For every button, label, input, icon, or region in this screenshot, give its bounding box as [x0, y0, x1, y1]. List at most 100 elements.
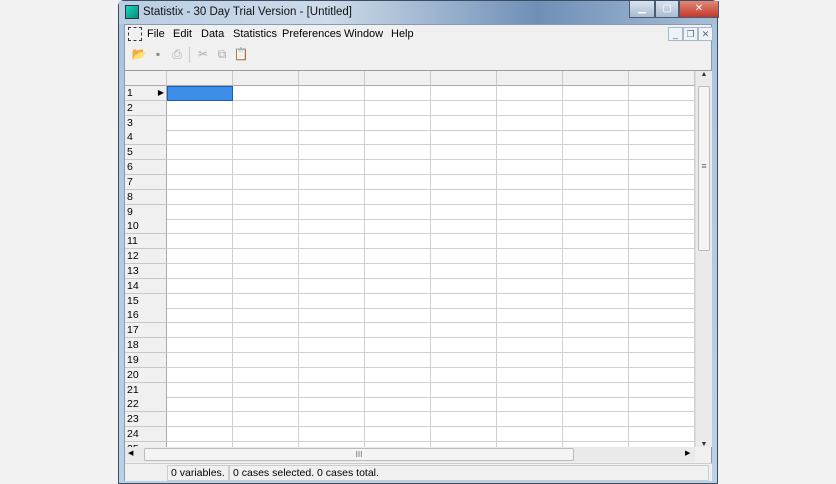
grid-cell[interactable] [497, 367, 563, 383]
grid-cell[interactable] [497, 145, 563, 161]
grid-cell[interactable] [167, 219, 233, 235]
grid-cell[interactable] [299, 86, 365, 101]
grid-cell[interactable] [629, 160, 695, 176]
grid-cell[interactable] [497, 100, 563, 116]
grid-cell[interactable] [299, 189, 365, 205]
document-icon[interactable] [128, 27, 142, 41]
grid-cell[interactable] [233, 100, 299, 116]
grid-cell[interactable] [299, 323, 365, 339]
grid-cell[interactable] [299, 427, 365, 443]
grid-cell[interactable] [563, 323, 629, 339]
grid-cell[interactable] [497, 412, 563, 428]
grid-cell[interactable] [563, 338, 629, 354]
grid-cell[interactable] [431, 323, 497, 339]
grid-cell[interactable] [431, 293, 497, 309]
grid-cell[interactable] [497, 427, 563, 443]
grid-cell[interactable] [629, 308, 695, 324]
grid-cell[interactable] [365, 323, 431, 339]
save-icon[interactable]: ▪ [150, 46, 166, 62]
menu-statistics[interactable]: Statistics [233, 28, 277, 40]
grid-cell[interactable] [167, 278, 233, 294]
row-header[interactable]: 12 [125, 249, 167, 265]
grid-cell[interactable] [431, 382, 497, 398]
grid-cell[interactable] [167, 249, 233, 265]
grid-cell[interactable] [365, 130, 431, 146]
grid-cell[interactable] [299, 352, 365, 368]
row-header[interactable]: 8 [125, 189, 167, 205]
grid-cell[interactable] [563, 145, 629, 161]
grid-cell[interactable] [431, 367, 497, 383]
grid-cell[interactable] [167, 338, 233, 354]
grid-cell[interactable] [233, 130, 299, 146]
close-button[interactable]: ✕ [679, 1, 719, 18]
grid-cell[interactable] [629, 115, 695, 131]
grid-cell[interactable] [563, 189, 629, 205]
row-header[interactable]: 14 [125, 278, 167, 294]
row-header[interactable]: 1 ▶ [125, 86, 167, 101]
menu-preferences[interactable]: Preferences [282, 28, 341, 40]
grid-cell[interactable] [497, 189, 563, 205]
grid-cell[interactable] [365, 308, 431, 324]
scroll-left-icon[interactable]: ◀ [128, 449, 133, 457]
grid-cell[interactable] [629, 204, 695, 220]
grid-cell[interactable] [365, 219, 431, 235]
grid-cell[interactable] [431, 219, 497, 235]
scroll-down-icon[interactable]: ▼ [696, 441, 712, 447]
corner-header[interactable] [125, 71, 167, 86]
grid-cell[interactable] [497, 234, 563, 250]
grid-cell[interactable] [233, 278, 299, 294]
maximize-button[interactable]: ▢ [655, 1, 679, 18]
grid-cell[interactable] [167, 427, 233, 443]
grid-cell[interactable] [563, 160, 629, 176]
grid-cell[interactable] [299, 397, 365, 413]
grid-cell[interactable] [563, 174, 629, 190]
grid-cell[interactable] [431, 174, 497, 190]
grid-cell[interactable] [497, 249, 563, 265]
grid-cell[interactable] [563, 115, 629, 131]
grid-cell[interactable] [431, 115, 497, 131]
grid-cell[interactable] [629, 174, 695, 190]
grid-cell[interactable] [629, 427, 695, 443]
grid-cell[interactable] [497, 130, 563, 146]
grid-cell[interactable] [233, 145, 299, 161]
row-header[interactable]: 24 [125, 427, 167, 443]
grid-cell[interactable] [233, 219, 299, 235]
grid-cell[interactable] [629, 234, 695, 250]
grid-cell[interactable] [233, 382, 299, 398]
grid-cell[interactable] [365, 160, 431, 176]
grid-cell[interactable] [233, 412, 299, 428]
grid-cell[interactable] [167, 352, 233, 368]
grid-cell[interactable] [233, 397, 299, 413]
grid-cell[interactable] [431, 412, 497, 428]
grid-cell[interactable] [629, 249, 695, 265]
grid-cell[interactable] [497, 308, 563, 324]
grid-cell[interactable] [497, 323, 563, 339]
row-header[interactable]: 21 [125, 382, 167, 398]
grid-cell[interactable] [365, 189, 431, 205]
row-header[interactable]: 17 [125, 323, 167, 339]
grid-cell[interactable] [299, 293, 365, 309]
copy-icon[interactable]: ⧉ [214, 46, 230, 62]
grid-cell[interactable] [365, 278, 431, 294]
grid-cell[interactable] [365, 234, 431, 250]
grid-cell[interactable] [629, 86, 695, 101]
grid-cell[interactable] [497, 263, 563, 279]
grid-cell[interactable] [629, 323, 695, 339]
grid-cell[interactable] [167, 382, 233, 398]
grid-cell[interactable] [497, 86, 563, 101]
grid-cell[interactable] [299, 263, 365, 279]
column-header[interactable] [629, 71, 695, 86]
grid-cell[interactable] [497, 352, 563, 368]
grid-cell[interactable] [365, 427, 431, 443]
grid-cell[interactable] [563, 293, 629, 309]
grid-cell[interactable] [299, 130, 365, 146]
row-header[interactable]: 15 [125, 293, 167, 309]
menu-edit[interactable]: Edit [173, 28, 192, 40]
horizontal-scroll-thumb[interactable]: III [144, 448, 574, 461]
grid-cell[interactable] [167, 145, 233, 161]
grid-cell[interactable] [563, 427, 629, 443]
vertical-scrollbar[interactable]: ▲ ≡ ▼ [695, 71, 712, 447]
grid-cell[interactable] [365, 367, 431, 383]
grid-cell[interactable] [563, 263, 629, 279]
grid-cell[interactable] [629, 145, 695, 161]
